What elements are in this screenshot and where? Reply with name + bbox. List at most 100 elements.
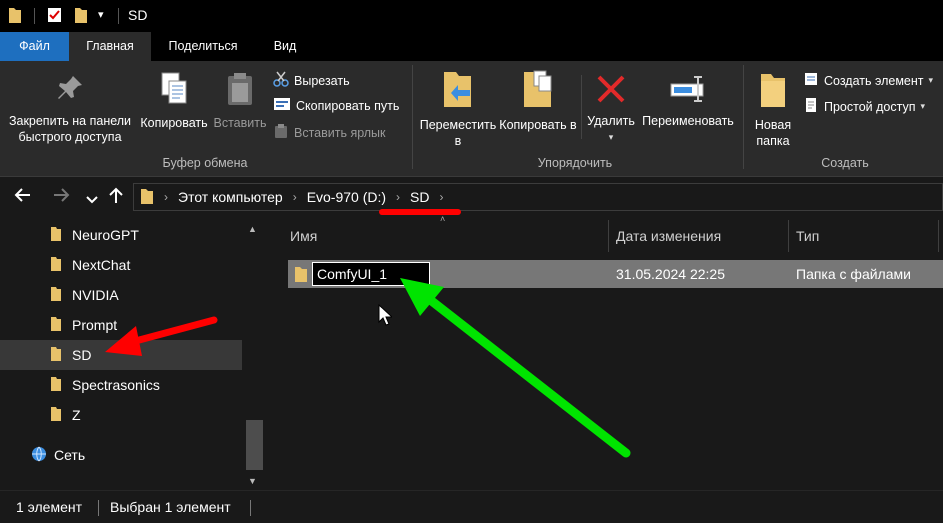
folder-icon — [50, 316, 62, 335]
nav-item-network[interactable]: Сеть — [0, 440, 242, 470]
column-header-type[interactable]: Тип — [796, 218, 936, 254]
breadcrumb-this-pc[interactable]: Этот компьютер — [178, 189, 283, 205]
nav-item-label: SD — [72, 347, 92, 363]
back-icon[interactable] — [14, 186, 32, 209]
column-divider[interactable] — [608, 220, 609, 252]
scroll-down-icon[interactable]: ▼ — [248, 476, 257, 486]
divider — [250, 500, 251, 516]
rename-label: Переименовать — [642, 114, 734, 128]
copy-label: Копировать — [140, 116, 208, 130]
chevron-right-icon[interactable]: › — [440, 190, 444, 204]
forward-icon[interactable] — [52, 186, 70, 209]
tab-file[interactable]: Файл — [0, 32, 69, 61]
status-bar: 1 элемент Выбран 1 элемент — [0, 490, 943, 523]
tab-share[interactable]: Поделиться — [160, 32, 246, 61]
up-icon[interactable] — [108, 186, 124, 209]
column-divider[interactable] — [938, 220, 939, 252]
cut-button[interactable]: Вырезать — [273, 71, 350, 90]
copy-path-label: Скопировать путь — [296, 98, 400, 113]
copy-path-button[interactable]: Скопировать путь — [273, 97, 399, 114]
group-divider — [581, 75, 582, 139]
copy-to-label: Копировать в — [499, 118, 577, 132]
nav-item-neurogpt[interactable]: NeuroGPT — [0, 220, 242, 250]
nav-item-nextchat[interactable]: NextChat — [0, 250, 242, 280]
new-folder-label: Новая папка — [754, 118, 792, 148]
scroll-up-icon[interactable]: ▲ — [248, 224, 257, 234]
chevron-right-icon[interactable]: › — [293, 190, 297, 204]
copy-button[interactable]: Копировать — [138, 71, 210, 131]
divider — [98, 500, 99, 516]
folder-icon — [50, 346, 62, 365]
cut-label: Вырезать — [294, 73, 350, 88]
nav-item-label: NeuroGPT — [72, 227, 139, 243]
clipboard-group-label: Буфер обмена — [162, 156, 248, 170]
folder-icon — [50, 376, 62, 395]
new-item-dropdown-icon[interactable]: ▾ — [929, 75, 934, 86]
table-row[interactable]: ComfyUI_1 31.05.2024 22:25 Папка с файла… — [288, 260, 943, 288]
address-bar[interactable]: › Этот компьютер › Evo-970 (D:) › SD › — [133, 183, 943, 211]
nav-item-label: Prompt — [72, 317, 118, 333]
column-divider[interactable] — [788, 220, 789, 252]
pin-icon — [4, 73, 136, 109]
copy-to-icon — [498, 69, 578, 113]
delete-button[interactable]: Удалить ▾ — [584, 73, 638, 145]
paste-shortcut-icon — [273, 123, 289, 142]
new-item-label: Создать элемент — [824, 73, 924, 88]
breadcrumb-drive[interactable]: Evo-970 (D:) — [307, 189, 386, 205]
column-header-name[interactable]: Имя — [290, 218, 608, 254]
properties-icon[interactable] — [46, 6, 64, 27]
nav-item-label: Z — [72, 407, 81, 423]
rename-icon — [638, 73, 738, 109]
navigation-bar: › Этот компьютер › Evo-970 (D:) › SD › — [0, 178, 943, 216]
new-item-icon — [803, 71, 819, 90]
new-item-button[interactable]: Создать элемент ▾ — [803, 71, 933, 90]
nav-item-spectrasonics[interactable]: Spectrasonics — [0, 370, 242, 400]
recent-locations-icon[interactable] — [86, 190, 98, 210]
selected-count: Выбран 1 элемент — [110, 499, 231, 515]
pin-label: Закрепить на панели быстрого доступа — [8, 114, 132, 144]
easy-access-dropdown-icon[interactable]: ▾ — [921, 101, 926, 112]
folder-icon — [8, 6, 22, 27]
paste-icon — [212, 71, 268, 111]
delete-dropdown-icon[interactable]: ▾ — [584, 129, 638, 145]
chevron-right-icon[interactable]: › — [396, 190, 400, 204]
breadcrumb-sd[interactable]: SD — [410, 189, 429, 205]
delete-icon — [584, 73, 638, 109]
copy-path-icon — [273, 97, 291, 114]
nav-item-prompt[interactable]: Prompt — [0, 310, 242, 340]
divider — [34, 8, 35, 24]
rename-button[interactable]: Переименовать — [638, 73, 738, 129]
nav-item-sd[interactable]: SD — [0, 340, 242, 370]
item-count: 1 элемент — [16, 499, 83, 515]
file-list: ˄ Имя Дата изменения Тип ComfyUI_1 31.05… — [266, 214, 943, 490]
rename-input[interactable]: ComfyUI_1 — [312, 262, 430, 286]
group-divider — [412, 65, 413, 169]
paste-shortcut-button[interactable]: Вставить ярлык — [273, 123, 386, 142]
pin-to-quick-access-button[interactable]: Закрепить на панели быстрого доступа — [4, 73, 136, 145]
delete-label: Удалить — [587, 114, 635, 128]
tab-home[interactable]: Главная — [69, 32, 151, 61]
nav-item-nvidia[interactable]: NVIDIA — [0, 280, 242, 310]
easy-access-icon — [803, 97, 819, 116]
nav-item-z[interactable]: Z — [0, 400, 242, 430]
nav-item-label: NextChat — [72, 257, 131, 273]
folder-icon — [140, 187, 154, 208]
ribbon-tabs: Файл Главная Поделиться Вид — [0, 32, 943, 61]
move-to-button[interactable]: Переместить в — [416, 69, 500, 149]
nav-item-label: NVIDIA — [72, 287, 119, 303]
chevron-right-icon[interactable]: › — [164, 190, 168, 204]
folder-icon — [50, 286, 62, 305]
scrollbar-thumb[interactable] — [246, 420, 263, 470]
new-folder-quick-icon[interactable] — [74, 6, 88, 27]
paste-button[interactable]: Вставить — [212, 71, 268, 131]
scissors-icon — [273, 71, 289, 90]
tab-view[interactable]: Вид — [262, 32, 308, 61]
network-icon — [30, 445, 48, 466]
easy-access-button[interactable]: Простой доступ ▾ — [803, 97, 925, 116]
navigation-scrollbar[interactable]: ▲ ▼ — [244, 218, 264, 490]
new-folder-button[interactable]: Новая папка — [748, 71, 798, 149]
quick-access-dropdown-icon[interactable]: ▾ — [98, 8, 104, 21]
move-to-label: Переместить в — [419, 118, 497, 148]
column-header-date[interactable]: Дата изменения — [616, 218, 786, 254]
copy-to-button[interactable]: Копировать в — [498, 69, 578, 133]
